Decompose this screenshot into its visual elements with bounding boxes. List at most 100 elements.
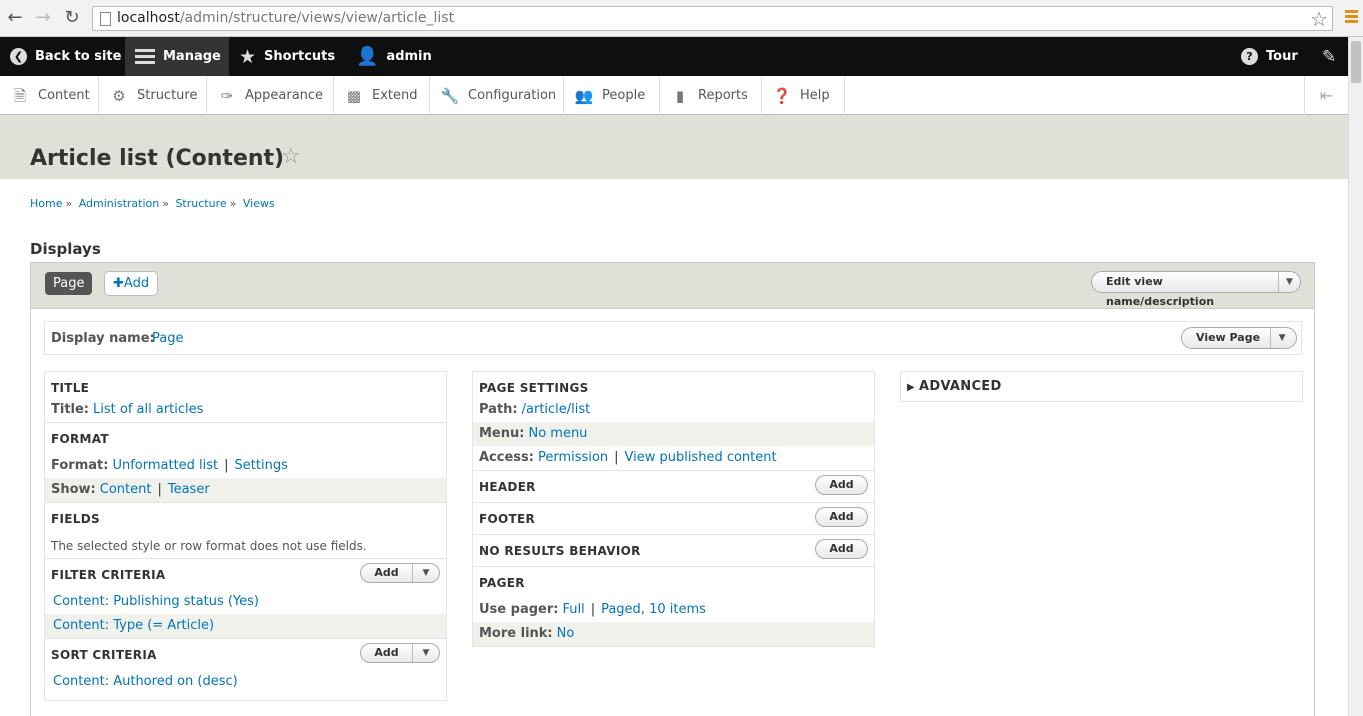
breadcrumb-administration[interactable]: Administration <box>79 197 160 210</box>
back-to-site-link[interactable]: ❮ Back to site <box>10 37 121 76</box>
bookmark-star-icon[interactable]: ☆ <box>1310 7 1328 31</box>
edit-view-name-dropbutton[interactable]: Edit view name/description ▼ <box>1091 271 1301 308</box>
tray-item-people[interactable]: 👥 People <box>564 76 660 115</box>
manage-tab[interactable]: Manage <box>125 37 229 76</box>
tray-item-configuration[interactable]: 🔧 Configuration <box>430 76 564 115</box>
format-bucket: FORMAT Format: Unformatted list | Settings … <box>45 423 446 503</box>
chevron-down-icon[interactable]: ▼ <box>1271 333 1293 343</box>
no-results-bucket: NO RESULTS BEHAVIOR Add <box>473 535 874 567</box>
forward-arrow-icon[interactable]: → <box>33 8 53 28</box>
user-label: admin <box>386 49 432 64</box>
filter-criteria-bucket: FILTER CRITERIA Add ▼ Content: Publishing… <box>45 559 446 639</box>
document-icon: 🗎 <box>13 86 27 105</box>
url-text: localhost/admin/structure/views/view/art… <box>117 10 455 26</box>
breadcrumb: Home» Administration» Structure» Views <box>30 197 275 210</box>
filter-add-dropbutton[interactable]: Add ▼ <box>360 563 440 583</box>
format-value-link[interactable]: Unformatted list <box>112 458 218 473</box>
advanced-toggle[interactable]: ▶ ADVANCED <box>900 371 1303 402</box>
breadcrumb-home[interactable]: Home <box>30 197 62 210</box>
browser-menu-icon[interactable] <box>1345 10 1358 25</box>
tray-label: Appearance <box>245 88 324 103</box>
paintbrush-icon: ✑ <box>220 86 234 105</box>
admin-toolbar: ❮ Back to site Manage ★ Shortcuts 👤 admi… <box>0 37 1348 76</box>
tray-item-content[interactable]: 🗎 Content <box>0 76 99 115</box>
tray-item-appearance[interactable]: ✑ Appearance <box>207 76 334 115</box>
access-detail-link[interactable]: View published content <box>624 450 776 465</box>
triangle-right-icon: ▶ <box>907 382 915 393</box>
sort-item-link[interactable]: Content: Authored on (desc) <box>53 674 238 689</box>
page-title: Article list (Content) <box>30 146 285 171</box>
pager-type-link[interactable]: Full <box>562 602 584 617</box>
access-link[interactable]: Permission <box>538 450 608 465</box>
page-scrollbar[interactable] <box>1348 37 1363 716</box>
header-add-button[interactable]: Add <box>815 475 868 495</box>
puzzle-icon: ▩ <box>346 86 362 105</box>
column-second: PAGE SETTINGS Path:/article/list Menu: No… <box>472 371 875 647</box>
shortcut-star-icon[interactable]: ☆ <box>281 144 301 169</box>
tab-page[interactable]: Page <box>45 272 93 295</box>
path-link[interactable]: /article/list <box>522 402 591 417</box>
add-display-button[interactable]: ✚Add <box>104 271 159 296</box>
tray-item-extend[interactable]: ▩ Extend <box>334 76 430 115</box>
no-results-add-button[interactable]: Add <box>815 539 868 559</box>
show-mode-link[interactable]: Teaser <box>168 482 210 497</box>
breadcrumb-views[interactable]: Views <box>243 197 275 210</box>
edit-pencil-icon[interactable]: ✎ <box>1322 37 1336 76</box>
address-bar[interactable]: localhost/admin/structure/views/view/art… <box>92 6 1333 31</box>
page-settings-bucket: PAGE SETTINGS Path:/article/list Menu: No… <box>473 372 874 471</box>
plus-icon: ✚ <box>113 276 124 291</box>
display-tabs-bar: Page ✚Add Edit view name/description ▼ <box>31 263 1314 309</box>
help-icon: ❓ <box>772 86 792 105</box>
tray-label: People <box>602 88 646 103</box>
header-bucket: HEADER Add <box>473 471 874 503</box>
sort-criteria-bucket: SORT CRITERIA Add ▼ Content: Authored on … <box>45 639 446 700</box>
shortcuts-tab[interactable]: ★ Shortcuts <box>239 37 335 76</box>
format-settings-link[interactable]: Settings <box>235 458 288 473</box>
help-icon: ? <box>1241 48 1258 65</box>
user-tab[interactable]: 👤 admin <box>356 37 432 76</box>
chevron-down-icon[interactable]: ▼ <box>413 564 439 582</box>
tray-item-help[interactable]: ❓ Help <box>762 76 845 115</box>
collapse-tray-icon[interactable]: ⇤ <box>1304 76 1348 115</box>
filter-item-link[interactable]: Content: Publishing status (Yes) <box>53 594 259 609</box>
footer-add-button[interactable]: Add <box>815 507 868 527</box>
title-value-link[interactable]: List of all articles <box>93 402 203 417</box>
breadcrumb-structure[interactable]: Structure <box>175 197 226 210</box>
more-link-value[interactable]: No <box>557 626 575 641</box>
structure-icon: ⚙ <box>112 86 126 105</box>
back-arrow-icon[interactable]: ← <box>5 8 25 28</box>
display-name-link[interactable]: Page <box>152 331 183 346</box>
show-value-link[interactable]: Content <box>100 482 152 497</box>
pager-detail-link[interactable]: Paged, 10 items <box>601 602 706 617</box>
tour-button[interactable]: ? Tour <box>1241 37 1298 76</box>
tray-item-structure[interactable]: ⚙ Structure <box>99 76 207 115</box>
tray-label: Reports <box>698 88 748 103</box>
footer-bucket: FOOTER Add <box>473 503 874 535</box>
pager-bucket: PAGER Use pager: Full | Paged, 10 items Mor… <box>473 567 874 646</box>
tour-label: Tour <box>1266 49 1298 64</box>
view-page-dropbutton[interactable]: View Page ▼ <box>1181 327 1297 349</box>
tray-item-reports[interactable]: ▮ Reports <box>660 76 762 115</box>
chevron-down-icon[interactable]: ▼ <box>413 644 439 662</box>
scrollbar-thumb[interactable] <box>1351 41 1361 83</box>
chevron-left-icon: ❮ <box>10 48 27 65</box>
wrench-icon: 🔧 <box>440 86 460 105</box>
reload-icon[interactable]: ↻ <box>62 8 82 28</box>
menu-link[interactable]: No menu <box>528 426 587 441</box>
display-name-row: Display name: Page View Page ▼ <box>44 321 1302 355</box>
manage-label: Manage <box>163 49 221 64</box>
fields-bucket: FIELDS The selected style or row format … <box>45 503 446 559</box>
bar-chart-icon: ▮ <box>675 86 685 105</box>
browser-toolbar: ← → ↻ localhost/admin/structure/views/vi… <box>0 0 1363 37</box>
chevron-down-icon[interactable]: ▼ <box>1279 277 1300 287</box>
column-first: TITLE Title: List of all articles FORMAT … <box>44 371 447 701</box>
filter-item-link[interactable]: Content: Type (= Article) <box>53 618 214 633</box>
sort-add-dropbutton[interactable]: Add ▼ <box>360 643 440 663</box>
star-icon: ★ <box>239 45 257 68</box>
tray-label: Content <box>38 88 90 103</box>
tray-label: Extend <box>372 88 418 103</box>
page-icon <box>100 12 111 26</box>
views-display-box: Page ✚Add Edit view name/description ▼ D… <box>30 262 1315 716</box>
title-bucket: TITLE Title: List of all articles <box>45 372 446 423</box>
menu-icon <box>135 46 155 67</box>
